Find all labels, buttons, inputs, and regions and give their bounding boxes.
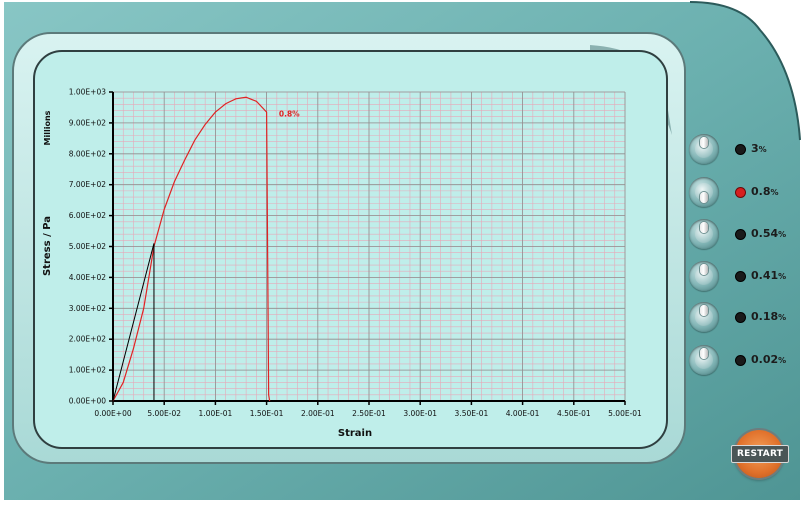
switch-value: 0.41 xyxy=(751,269,779,282)
x-axis-title: Strain xyxy=(338,428,372,439)
indicator-light xyxy=(736,188,745,197)
switch-row: 3% xyxy=(686,134,796,166)
stress-strain-chart: 0.00E+00 5.00E-02 1.00E-01 1.50E-01 2.00E-01… xyxy=(42,88,642,440)
x-tick-label: 5.00E-01 xyxy=(608,409,642,418)
switch-label: 0.54% xyxy=(751,227,786,240)
switch-row: 0.41% xyxy=(686,261,796,293)
restart-button[interactable]: RESTART xyxy=(731,430,789,478)
x-tick-label: 4.00E-01 xyxy=(506,409,540,418)
indicator-light xyxy=(736,230,745,239)
x-tick-label: 3.50E-01 xyxy=(455,409,489,418)
toggle-lever xyxy=(700,348,708,359)
switch-unit: % xyxy=(778,313,787,322)
y-tick-labels: 0.00E+00 1.00E+02 2.00E+02 3.00E+02 4.00E+02… xyxy=(69,88,106,406)
switch-value: 0.18 xyxy=(751,310,779,323)
switch-row: 0.8% xyxy=(686,177,796,209)
switch-value: 0.8 xyxy=(751,185,771,198)
indicator-light xyxy=(736,272,745,281)
y-tick-label: 9.00E+02 xyxy=(69,118,106,127)
indicator-light xyxy=(736,145,745,154)
indicator-light xyxy=(736,356,745,365)
switch-value: 0.02 xyxy=(751,353,779,366)
y-tick-label: 0.00E+00 xyxy=(69,397,106,406)
toggle-lever xyxy=(700,192,708,203)
switch-unit: % xyxy=(778,272,787,281)
x-tick-label: 2.50E-01 xyxy=(352,409,386,418)
major-grid xyxy=(112,91,626,402)
x-tick-label: 3.00E-01 xyxy=(403,409,437,418)
switch-value: 0.54 xyxy=(751,227,779,240)
chart-axes xyxy=(109,91,626,405)
x-tick-label: 5.00E-02 xyxy=(147,409,181,418)
toggle-lever xyxy=(700,264,708,275)
switch-row: 0.02% xyxy=(686,345,796,377)
indicator-light xyxy=(736,313,745,322)
switch-unit: % xyxy=(770,188,779,197)
x-tick-label: 4.50E-01 xyxy=(557,409,591,418)
y-tick-label: 1.00E+03 xyxy=(69,88,106,97)
y-tick-label: 5.00E+02 xyxy=(69,242,106,251)
switch-row: 0.18% xyxy=(686,302,796,334)
y-tick-label: 1.00E+02 xyxy=(69,366,106,375)
y-tick-label: 6.00E+02 xyxy=(69,211,106,220)
switch-value: 3 xyxy=(751,142,759,155)
switch-label: 0.18% xyxy=(751,310,786,323)
toggle-switch[interactable] xyxy=(689,261,719,291)
toggle-switch[interactable] xyxy=(689,302,719,332)
curve-annotation: 0.8% xyxy=(279,110,300,119)
y-tick-label: 2.00E+02 xyxy=(69,335,106,344)
switch-unit: % xyxy=(778,230,787,239)
switch-label: 0.8% xyxy=(751,185,779,198)
switch-label: 3% xyxy=(751,142,767,155)
switch-label: 0.41% xyxy=(751,269,786,282)
x-tick-labels: 0.00E+00 5.00E-02 1.00E-01 1.50E-01 2.00E-01… xyxy=(94,409,642,418)
toggle-switch[interactable] xyxy=(689,134,719,164)
x-tick-label: 1.50E-01 xyxy=(250,409,284,418)
y-tick-label: 7.00E+02 xyxy=(69,180,106,189)
toggle-switch[interactable] xyxy=(689,177,719,207)
toggle-lever xyxy=(700,222,708,233)
x-tick-label: 2.00E-01 xyxy=(301,409,335,418)
y-tick-label: 3.00E+02 xyxy=(69,304,106,313)
x-tick-label: 1.00E-01 xyxy=(199,409,233,418)
switch-label: 0.02% xyxy=(751,353,786,366)
toggle-switch[interactable] xyxy=(689,345,719,375)
restart-label: RESTART xyxy=(731,445,789,463)
y-axis-title: Stress / Pa xyxy=(42,216,53,276)
toggle-lever xyxy=(700,305,708,316)
switch-row: 0.54% xyxy=(686,219,796,251)
y-tick-label: 8.00E+02 xyxy=(69,149,106,158)
switch-unit: % xyxy=(758,145,767,154)
y-unit-label: Millions xyxy=(43,110,52,145)
toggle-switch[interactable] xyxy=(689,219,719,249)
x-tick-label: 0.00E+00 xyxy=(94,409,131,418)
y-tick-label: 4.00E+02 xyxy=(69,273,106,282)
toggle-lever xyxy=(700,137,708,148)
switch-unit: % xyxy=(778,356,787,365)
